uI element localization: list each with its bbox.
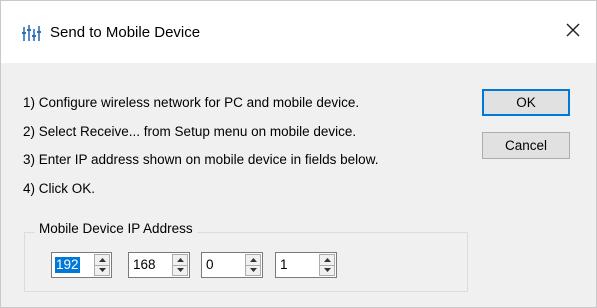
close-icon	[565, 22, 581, 43]
ip-octet-4-value[interactable]: 1	[279, 257, 289, 273]
cancel-button[interactable]: Cancel	[482, 132, 570, 159]
chevron-down-icon[interactable]	[94, 265, 110, 276]
chevron-up-icon[interactable]	[94, 254, 110, 266]
chevron-up-icon[interactable]	[245, 254, 261, 266]
chevron-up-icon[interactable]	[319, 254, 335, 266]
spin-buttons	[245, 254, 261, 276]
ok-button[interactable]: OK	[482, 89, 570, 116]
chevron-down-icon[interactable]	[319, 265, 335, 276]
chevron-down-icon[interactable]	[245, 265, 261, 276]
chevron-up-icon[interactable]	[172, 254, 188, 266]
spin-buttons	[319, 254, 335, 276]
ip-octet-2-value[interactable]: 168	[132, 257, 157, 273]
equalizer-bars-icon	[21, 23, 43, 43]
ip-octet-1-value[interactable]: 192	[55, 257, 80, 273]
instruction-line: 2) Select Receive... from Setup menu on …	[23, 123, 357, 139]
instruction-line: 4) Click OK.	[23, 180, 96, 196]
ip-octet-3-value[interactable]: 0	[205, 257, 215, 273]
instruction-line: 3) Enter IP address shown on mobile devi…	[23, 152, 379, 167]
spin-buttons	[172, 254, 188, 276]
ip-octet-1-stepper[interactable]: 192	[51, 252, 112, 278]
ip-octet-2-stepper[interactable]: 168	[128, 252, 190, 278]
close-button[interactable]	[550, 1, 596, 63]
chevron-down-icon[interactable]	[172, 265, 188, 276]
ip-address-group-label: Mobile Device IP Address	[35, 220, 197, 238]
send-to-mobile-dialog: Send to Mobile Device 1) Configure wirel…	[0, 0, 597, 308]
instruction-line: 1) Configure wireless network for PC and…	[23, 95, 360, 110]
instructions-list: 1) Configure wireless network for PC and…	[23, 89, 463, 203]
spin-buttons	[94, 254, 110, 276]
ip-octet-4-stepper[interactable]: 1	[275, 252, 337, 278]
title-bar: Send to Mobile Device	[1, 1, 596, 63]
window-title: Send to Mobile Device	[50, 24, 201, 41]
ip-octet-3-stepper[interactable]: 0	[201, 252, 263, 278]
